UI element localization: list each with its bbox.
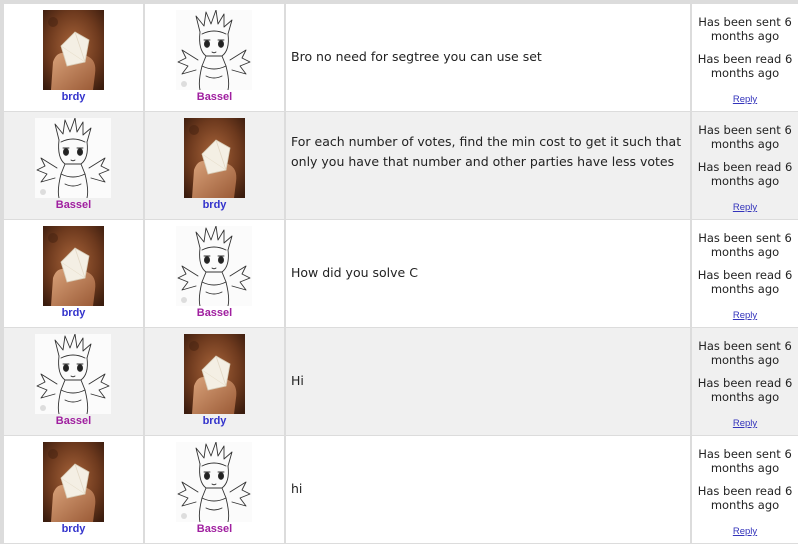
avatar[interactable]	[176, 10, 252, 90]
to-cell: brdy	[145, 112, 284, 219]
status-cell: Has been sent 6 months ago Has been read …	[692, 112, 798, 219]
avatar-link[interactable]	[145, 442, 284, 524]
sent-status: Has been sent 6 months ago	[698, 339, 792, 367]
to-cell: Bassel	[145, 436, 284, 543]
avatar[interactable]	[43, 442, 104, 522]
avatar-link[interactable]	[145, 226, 284, 308]
message-text: How did you solve C	[291, 265, 418, 280]
reply-link[interactable]: Reply	[692, 526, 798, 537]
user-handle-link[interactable]: brdy	[4, 523, 143, 536]
from-cell: brdy	[4, 436, 143, 543]
user-handle-link[interactable]: Bassel	[145, 523, 284, 536]
sketch-avatar-icon	[35, 334, 111, 414]
avatar[interactable]	[184, 118, 245, 198]
reply-link[interactable]: Reply	[692, 94, 798, 105]
photo-avatar-icon	[43, 10, 104, 90]
message-row: Bassel brdy For each number of votes, find…	[0, 112, 798, 219]
user-handle-link[interactable]: Bassel	[4, 199, 143, 212]
message-text: Bro no need for segtree you can use set	[291, 49, 542, 64]
message-cell: For each number of votes, find the min c…	[286, 112, 690, 219]
from-cell: Bassel	[4, 112, 143, 219]
photo-avatar-icon	[43, 442, 104, 522]
sent-status: Has been sent 6 months ago	[698, 15, 792, 43]
avatar-link[interactable]	[4, 442, 143, 524]
from-cell: brdy	[4, 220, 143, 327]
avatar[interactable]	[176, 226, 252, 306]
message-cell: How did you solve C	[286, 220, 690, 327]
read-status: Has been read 6 months ago	[697, 376, 793, 404]
avatar-link[interactable]	[145, 10, 284, 92]
status-cell: Has been sent 6 months ago Has been read …	[692, 220, 798, 327]
avatar[interactable]	[176, 442, 252, 522]
message-row: brdy Bassel hi Has been sent 6 months ago Ha…	[0, 436, 798, 543]
read-status: Has been read 6 months ago	[697, 484, 793, 512]
reply-link[interactable]: Reply	[692, 418, 798, 429]
message-cell: Bro no need for segtree you can use set	[286, 4, 690, 111]
avatar-link[interactable]	[4, 10, 143, 92]
user-handle-link[interactable]: Bassel	[145, 307, 284, 320]
avatar-link[interactable]	[4, 226, 143, 308]
sent-status: Has been sent 6 months ago	[698, 447, 792, 475]
status-cell: Has been sent 6 months ago Has been read …	[692, 328, 798, 435]
reply-link[interactable]: Reply	[692, 310, 798, 321]
message-text: hi	[291, 481, 303, 496]
avatar-link[interactable]	[145, 118, 284, 200]
message-row: brdy Bassel Bro no need for segtree you ca…	[0, 4, 798, 111]
status-cell: Has been sent 6 months ago Has been read …	[692, 436, 798, 543]
user-handle-link[interactable]: brdy	[4, 91, 143, 104]
from-cell: brdy	[4, 4, 143, 111]
sent-status: Has been sent 6 months ago	[698, 123, 792, 151]
message-cell: hi	[286, 436, 690, 543]
from-cell: Bassel	[4, 328, 143, 435]
sketch-avatar-icon	[176, 226, 252, 306]
photo-avatar-icon	[43, 226, 104, 306]
sketch-avatar-icon	[176, 10, 252, 90]
message-text: Hi	[291, 373, 304, 388]
message-row: Bassel brdy Hi Has been sent 6 months ago Ha…	[0, 328, 798, 435]
avatar[interactable]	[184, 334, 245, 414]
to-cell: brdy	[145, 328, 284, 435]
avatar-link[interactable]	[4, 334, 143, 416]
reply-link[interactable]: Reply	[692, 202, 798, 213]
user-handle-link[interactable]: Bassel	[4, 415, 143, 428]
message-row: brdy Bassel How did you solve C Has been se…	[0, 220, 798, 327]
avatar[interactable]	[35, 118, 111, 198]
avatar-link[interactable]	[4, 118, 143, 200]
read-status: Has been read 6 months ago	[697, 268, 793, 296]
avatar-link[interactable]	[145, 334, 284, 416]
avatar[interactable]	[43, 226, 104, 306]
read-status: Has been read 6 months ago	[697, 160, 793, 188]
user-handle-link[interactable]: brdy	[4, 307, 143, 320]
sketch-avatar-icon	[35, 118, 111, 198]
talks-table: brdy Bassel Bro no need for segtree you ca…	[0, 0, 798, 544]
status-cell: Has been sent 6 months ago Has been read …	[692, 4, 798, 111]
message-text: For each number of votes, find the min c…	[291, 134, 682, 169]
user-handle-link[interactable]: Bassel	[145, 91, 284, 104]
photo-avatar-icon	[184, 118, 245, 198]
read-status: Has been read 6 months ago	[697, 52, 793, 80]
sent-status: Has been sent 6 months ago	[698, 231, 792, 259]
avatar[interactable]	[43, 10, 104, 90]
user-handle-link[interactable]: brdy	[145, 415, 284, 428]
to-cell: Bassel	[145, 220, 284, 327]
message-cell: Hi	[286, 328, 690, 435]
user-handle-link[interactable]: brdy	[145, 199, 284, 212]
photo-avatar-icon	[184, 334, 245, 414]
sketch-avatar-icon	[176, 442, 252, 522]
to-cell: Bassel	[145, 4, 284, 111]
avatar[interactable]	[35, 334, 111, 414]
